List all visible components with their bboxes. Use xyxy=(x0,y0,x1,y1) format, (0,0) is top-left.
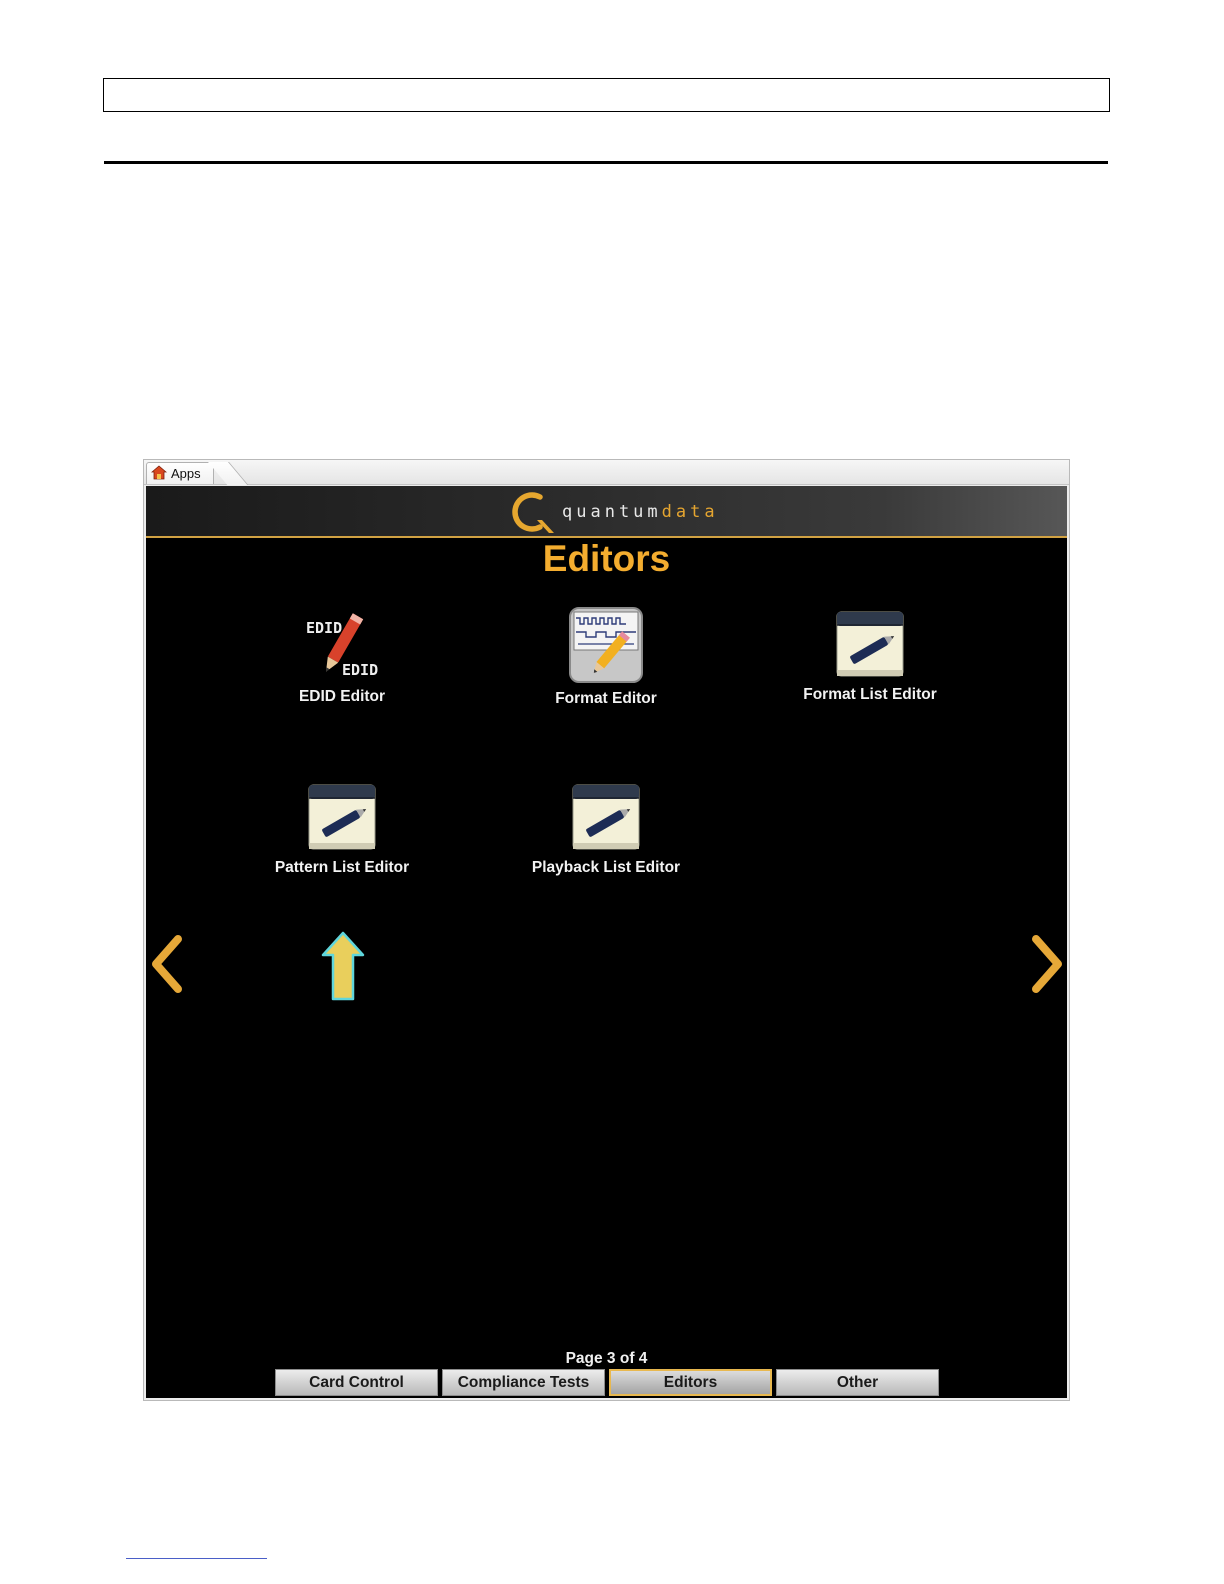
format-editor-label: Format Editor xyxy=(555,690,657,707)
document-divider xyxy=(104,161,1108,164)
format-list-editor-app[interactable]: Format List Editor xyxy=(770,610,970,704)
document-footer-link-underline xyxy=(126,1558,267,1559)
q-logo-icon xyxy=(512,492,554,533)
playback-list-editor-label: Playback List Editor xyxy=(531,859,681,876)
window-tab-strip: Apps xyxy=(144,460,1069,485)
format-list-editor-label: Format List Editor xyxy=(803,686,937,703)
chevron-right-icon[interactable] xyxy=(1030,934,1066,994)
svg-text:EDID: EDID xyxy=(342,661,378,679)
tab-compliance-tests[interactable]: Compliance Tests xyxy=(442,1369,605,1396)
page-indicator: Page 3 of 4 xyxy=(565,1350,648,1367)
home-icon xyxy=(150,464,168,483)
edid-pencil-icon: EDID EDID xyxy=(306,613,378,679)
svg-text:EDID: EDID xyxy=(306,619,342,637)
playback-list-editor-app[interactable]: Playback List Editor xyxy=(506,783,706,877)
notepad-pen-icon xyxy=(836,611,904,677)
notepad-pen-icon xyxy=(572,784,640,850)
notepad-pen-icon xyxy=(308,784,376,850)
apps-tab-label: Apps xyxy=(171,466,201,481)
category-tabs: Card Control Compliance Tests Editors Ot… xyxy=(275,1369,939,1396)
up-arrow-icon xyxy=(321,931,365,1001)
document-header-box xyxy=(103,78,1110,112)
pattern-list-editor-label: Pattern List Editor xyxy=(274,859,410,876)
pattern-list-editor-app[interactable]: Pattern List Editor xyxy=(242,783,442,877)
logo-wordmark: quantumdata xyxy=(562,502,719,522)
app-viewport: quantumdata Editors EDID EDID EDID Edito… xyxy=(146,486,1067,1398)
edid-editor-app[interactable]: EDID EDID EDID Editor xyxy=(242,606,442,706)
format-editor-app[interactable]: Format Editor xyxy=(506,606,706,708)
tab-editors[interactable]: Editors xyxy=(609,1369,772,1396)
tab-card-control[interactable]: Card Control xyxy=(275,1369,438,1396)
apps-window: Apps quantumdata Editors EDID EDID EDID … xyxy=(143,459,1070,1401)
format-editor-icon xyxy=(569,607,643,683)
page-title: Editors xyxy=(542,538,671,579)
quantumdata-logo: quantumdata xyxy=(510,488,719,534)
tab-other[interactable]: Other xyxy=(776,1369,939,1396)
chevron-left-icon[interactable] xyxy=(148,934,184,994)
apps-tab[interactable]: Apps xyxy=(146,462,214,484)
edid-editor-label: EDID Editor xyxy=(298,688,386,705)
brand-bar: quantumdata xyxy=(146,486,1067,538)
